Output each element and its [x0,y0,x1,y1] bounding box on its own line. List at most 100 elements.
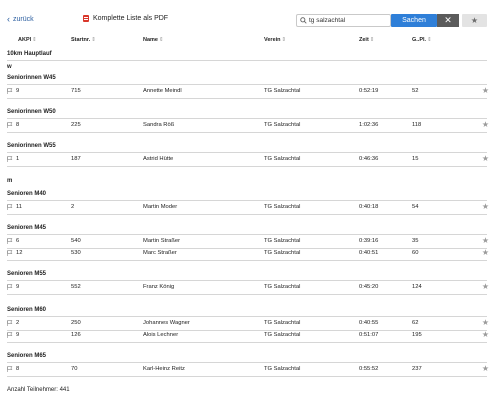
cell-name: Franz König [143,284,175,290]
star-icon[interactable]: ★ [482,154,489,163]
divider [7,342,487,343]
cell-akpl: 12 [16,250,23,256]
cell-verein: TG Salzachtal [264,366,301,372]
cell-zeit: 0:52:19 [359,88,379,94]
star-icon[interactable]: ★ [482,86,489,95]
cell-zeit: 0:40:51 [359,250,379,256]
flag-icon [7,204,13,210]
flag-icon [7,366,13,372]
star-icon[interactable]: ★ [482,202,489,211]
star-icon[interactable]: ★ [482,120,489,129]
cell-akpl: 2 [16,320,20,326]
col-startnr[interactable]: Startnr.⇕ [71,37,96,43]
cell-gpl: 237 [412,366,422,372]
sex-heading-w: w [7,64,12,70]
sort-icon: ⇕ [281,37,287,43]
cell-name: Martin Moder [143,204,178,210]
flag-icon [7,88,13,94]
sort-icon: ⇕ [32,37,37,43]
table-row[interactable]: 9 715 Annette Meindl TG Salzachtal 0:52:19 52… [7,86,489,98]
cell-startnr: 2 [71,204,75,210]
cell-startnr: 552 [71,284,81,290]
cell-akpl: 9 [16,284,20,290]
cell-startnr: 540 [71,238,81,244]
pdf-icon [83,15,89,22]
table-row[interactable]: 1 187 Astrid Hütte TG Salzachtal 0:46:36 15 ★ [7,154,489,166]
pdf-label: Komplette Liste als PDF [93,15,169,22]
group-heading: Senioren M55 [7,271,47,277]
chevron-left-icon: ‹ [7,14,10,24]
table-row[interactable]: 12 530 Marc Straßer TG Salzachtal 0:40:51 60 ★ [7,248,489,260]
cell-gpl: 195 [412,332,422,338]
cell-verein: TG Salzachtal [264,332,301,338]
table-row[interactable]: 8 225 Sandra Röß TG Salzachtal 1:02:36 118 ★ [7,120,489,132]
cell-startnr: 715 [71,88,81,94]
cell-akpl: 6 [16,238,20,244]
race-title: 10km Hauptlauf [7,51,52,57]
group-heading: Seniorinnen W55 [7,143,56,149]
star-icon[interactable]: ★ [482,236,489,245]
flag-icon [7,238,13,244]
cell-name: Sandra Röß [143,122,175,128]
star-icon[interactable]: ★ [482,318,489,327]
cell-zeit: 0:46:36 [359,156,379,162]
cell-zeit: 1:02:36 [359,122,379,128]
flag-icon [7,284,13,290]
cell-startnr: 250 [71,320,81,326]
col-name[interactable]: Name⇕ [143,37,164,43]
cell-name: Marc Straßer [143,250,177,256]
group-heading: Seniorinnen W45 [7,75,56,81]
divider [7,376,487,377]
cell-zeit: 0:39:16 [359,238,379,244]
search-button[interactable]: Sachen [391,14,437,27]
cell-verein: TG Salzachtal [264,122,301,128]
sort-icon: ⇕ [369,37,375,43]
pdf-link[interactable]: Komplette Liste als PDF [83,15,168,22]
col-gpl[interactable]: G..Pl.⇕ [412,37,432,43]
table-row[interactable]: 11 2 Martin Moder TG Salzachtal 0:40:18 54 ★ [7,202,489,214]
star-icon[interactable]: ★ [482,330,489,339]
cell-verein: TG Salzachtal [264,204,301,210]
flag-icon [7,122,13,128]
divider [7,234,487,235]
cell-gpl: 35 [412,238,419,244]
table-row[interactable]: 2 250 Johannes Wagner TG Salzachtal 0:40:55 6… [7,318,489,330]
col-verein[interactable]: Verein⇕ [264,37,286,43]
table-row[interactable]: 8 70 Karl-Heinz Reitz TG Salzachtal 0:55:52 2… [7,364,489,376]
star-icon[interactable]: ★ [482,282,489,291]
col-zeit[interactable]: Zeit⇕ [359,37,374,43]
sort-icon: ⇕ [158,37,164,43]
group-heading: Senioren M60 [7,307,47,313]
cell-akpl: 11 [16,204,23,210]
group-heading: Senioren M45 [7,225,47,231]
cell-gpl: 15 [412,156,419,162]
cell-akpl: 8 [16,122,20,128]
cell-gpl: 118 [412,122,422,128]
cell-name: Annette Meindl [143,88,182,94]
cell-name: Johannes Wagner [143,320,190,326]
divider [7,132,487,133]
divider [7,362,487,363]
cell-name: Alois Lechner [143,332,179,338]
table-row[interactable]: 9 126 Alois Lechner TG Salzachtal 0:51:07 195… [7,330,489,342]
favorites-button[interactable]: ★ [462,14,487,27]
search-icon [297,17,309,24]
search-input[interactable] [309,17,389,24]
col-akpl[interactable]: AKPl⇕ [18,37,37,43]
divider [7,84,487,85]
back-link[interactable]: ‹ zurück [7,15,34,24]
star-icon[interactable]: ★ [482,248,489,257]
cell-verein: TG Salzachtal [264,88,301,94]
cell-gpl: 124 [412,284,422,290]
divider [7,260,487,261]
cell-startnr: 530 [71,250,81,256]
cell-startnr: 225 [71,122,81,128]
star-icon[interactable]: ★ [482,364,489,373]
cell-gpl: 62 [412,320,419,326]
table-row[interactable]: 6 540 Martin Straßer TG Salzachtal 0:39:16 35… [7,236,489,248]
cell-verein: TG Salzachtal [264,284,301,290]
cell-verein: TG Salzachtal [264,250,301,256]
divider [7,166,487,167]
clear-button[interactable]: ✕ [437,14,459,27]
table-row[interactable]: 9 552 Franz König TG Salzachtal 0:45:20 124 ★ [7,282,489,294]
